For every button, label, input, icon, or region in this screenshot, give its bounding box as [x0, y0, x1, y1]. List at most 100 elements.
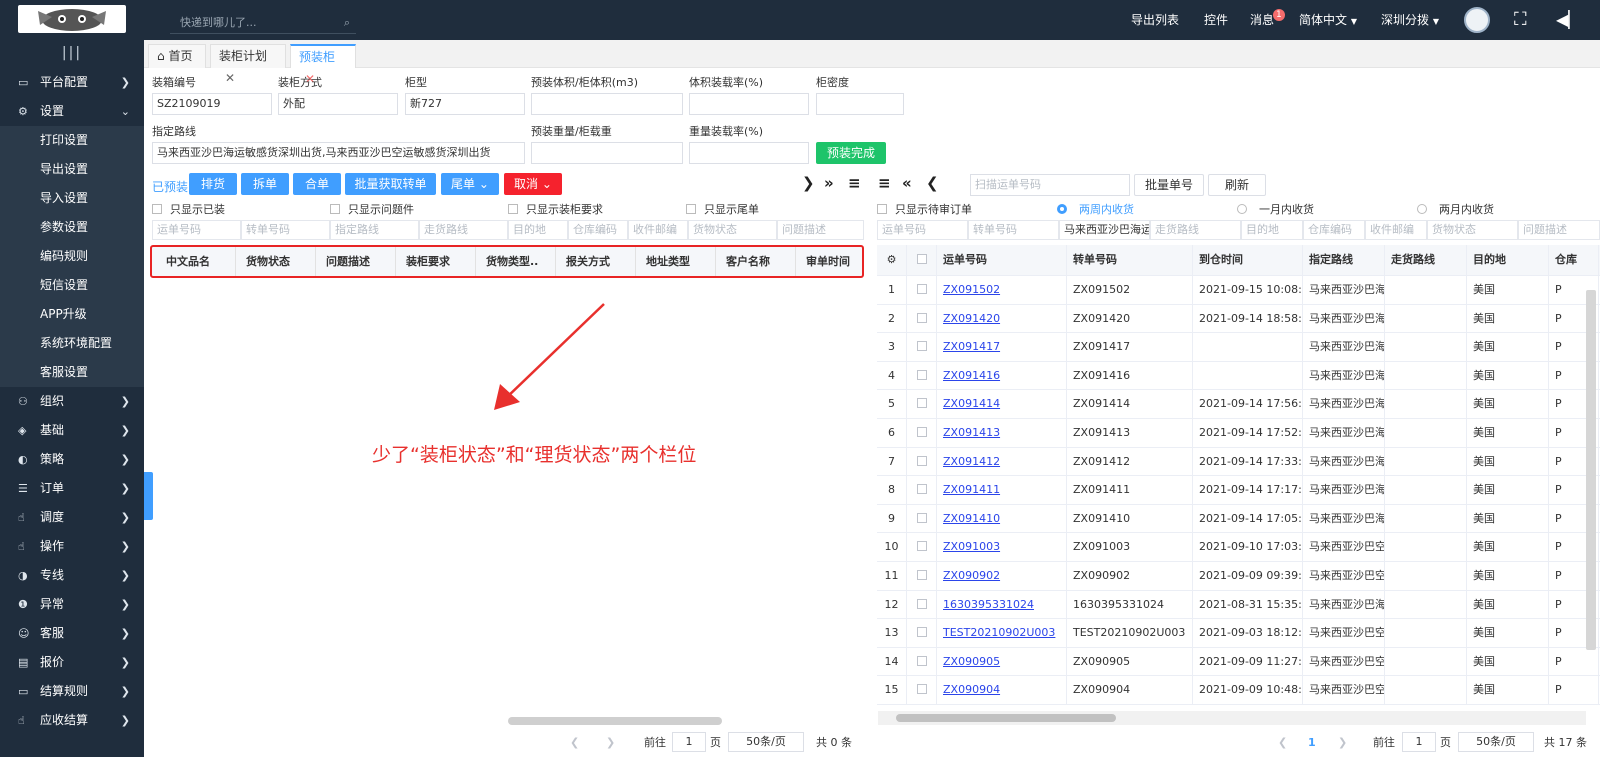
tab-preload[interactable]: 预装柜✕ — [290, 44, 356, 86]
current-page[interactable]: 1 — [1308, 732, 1316, 754]
col-route[interactable]: 指定路线 — [1303, 245, 1385, 275]
row-checkbox[interactable] — [907, 304, 937, 333]
move-all-right-icon[interactable]: » — [824, 174, 834, 192]
left-horizontal-scrollbar[interactable] — [508, 717, 722, 725]
sidebar-sub-env[interactable]: 系统环境配置 — [0, 329, 144, 358]
right-vertical-scrollbar[interactable] — [1586, 290, 1596, 650]
waybill-number[interactable]: ZX090905 — [943, 655, 1000, 668]
branch-dropdown[interactable]: 深圳分拨 ▼ — [1381, 0, 1439, 40]
density-field[interactable] — [816, 93, 904, 115]
table-row[interactable]: 6ZX091413ZX0914132021-09-14 17:52:38马来西亚… — [877, 418, 1600, 448]
only-tail-checkbox[interactable]: 只显示尾单 — [686, 201, 759, 217]
refresh-button[interactable]: 刷新 — [1208, 174, 1266, 196]
filter-input[interactable]: 运单号码 — [152, 220, 241, 240]
sidebar-item-order[interactable]: ☰ 订单 ❯ — [0, 474, 144, 503]
col-arrive-time[interactable]: 到仓时间 — [1193, 245, 1303, 275]
page-input[interactable]: 1 — [1402, 732, 1436, 752]
waybill-number[interactable]: ZX090904 — [943, 683, 1000, 696]
filter-input[interactable]: 运单号码 — [877, 220, 968, 240]
col-customs-method[interactable]: 报关方式 — [556, 247, 636, 276]
waybill-number[interactable]: ZX091411 — [943, 483, 1000, 496]
waybill-number[interactable]: ZX091417 — [943, 340, 1000, 353]
gear-icon[interactable]: ⚙ — [877, 245, 907, 275]
move-one-right-icon[interactable]: ❯ — [802, 174, 815, 192]
table-row[interactable]: 14ZX090905ZX0909052021-09-09 11:27:01马来西… — [877, 647, 1600, 677]
table-row[interactable]: 10ZX091003ZX0910032021-09-10 17:03:03马来西… — [877, 533, 1600, 562]
move-one-left-icon[interactable]: ❮ — [926, 174, 939, 192]
route-field[interactable]: 马来西亚沙巴海运敏感货深圳出货,马来西亚沙巴空运敏感货深圳出货 — [152, 142, 525, 164]
sidebar-item-quote[interactable]: ▤ 报价 ❯ — [0, 648, 144, 677]
sidebar-sub-encoding[interactable]: 编码规则 — [0, 242, 144, 271]
only-pending-checkbox[interactable]: 只显示待审订单 — [877, 201, 972, 217]
scroll-thumb[interactable] — [896, 714, 1116, 722]
filter-input[interactable]: 走货路线 — [1150, 220, 1241, 240]
filter-input[interactable]: 货物状态 — [688, 220, 777, 240]
weight-rate-field[interactable] — [689, 142, 809, 164]
sidebar-item-dispatch[interactable]: ☝ 调度 ❯ — [0, 503, 144, 532]
waybill-number[interactable]: ZX091003 — [943, 540, 1000, 553]
export-list-link[interactable]: 导出列表 — [1131, 0, 1179, 40]
sidebar-sub-print[interactable]: 打印设置 — [0, 126, 144, 155]
col-warehouse[interactable]: 仓库 — [1549, 245, 1599, 275]
table-row[interactable]: 7ZX091412ZX0914122021-09-14 17:33:41马来西亚… — [877, 447, 1600, 477]
batch-number-button[interactable]: 批量单号 — [1134, 174, 1204, 196]
cancel-button[interactable]: 取消 ⌄ — [504, 173, 562, 195]
row-checkbox[interactable] — [907, 533, 937, 561]
sidebar-sub-params[interactable]: 参数设置 — [0, 213, 144, 242]
hamburger-icon[interactable]: ||| — [0, 40, 144, 68]
row-checkbox[interactable] — [907, 619, 937, 647]
cabinet-type-field[interactable]: 新727 — [405, 93, 525, 115]
sidebar-sub-import[interactable]: 导入设置 — [0, 184, 144, 213]
two-weeks-radio[interactable]: 两周内收货 — [1057, 201, 1134, 217]
filter-input[interactable]: 走货路线 — [419, 220, 508, 240]
waybill-number[interactable]: ZX091412 — [943, 455, 1000, 468]
select-all-checkbox[interactable] — [907, 245, 937, 275]
sidebar-item-line[interactable]: ◑ 专线 ❯ — [0, 561, 144, 590]
sidebar-item-org[interactable]: ⚇ 组织 ❯ — [0, 387, 144, 416]
col-load-req[interactable]: 装柜要求 — [396, 247, 476, 276]
filter-input[interactable]: 目的地 — [508, 220, 568, 240]
one-month-radio[interactable]: 一月内收货 — [1237, 201, 1314, 217]
quick-search-input[interactable]: 快递到哪儿了... ⌕ — [170, 10, 356, 34]
volume-field[interactable] — [531, 93, 683, 115]
sidebar-item-settlement-rules[interactable]: ▭ 结算规则 ❯ — [0, 677, 144, 706]
load-method-field[interactable]: 外配 — [278, 93, 398, 115]
language-dropdown[interactable]: 简体中文 ▼ — [1299, 0, 1357, 40]
avatar[interactable] — [1464, 7, 1490, 33]
row-checkbox[interactable] — [907, 333, 937, 361]
only-load-req-checkbox[interactable]: 只显示装柜要求 — [508, 201, 603, 217]
col-destination[interactable]: 目的地 — [1467, 245, 1549, 275]
filter-input[interactable]: 问题描述 — [1518, 220, 1600, 240]
waybill-number[interactable]: ZX091413 — [943, 426, 1000, 439]
col-problem-desc[interactable]: 问题描述 — [316, 247, 396, 276]
filter-input[interactable]: 指定路线 — [330, 220, 419, 240]
col-waybill[interactable]: 运单号码 — [937, 245, 1067, 275]
next-page-icon[interactable]: ❯ — [606, 732, 615, 754]
filter-input[interactable]: 转单号码 — [968, 220, 1059, 240]
prev-page-icon[interactable]: ❮ — [1278, 732, 1287, 754]
sidebar-item-customer-service[interactable]: ☺ 客服 ❯ — [0, 619, 144, 648]
table-row[interactable]: 1ZX091502ZX0915022021-09-15 10:08:46马来西亚… — [877, 276, 1600, 305]
messages-link[interactable]: 消息 — [1250, 0, 1274, 40]
waybill-number[interactable]: ZX091410 — [943, 512, 1000, 525]
sidebar-item-platform[interactable]: ▭ 平台配置 ❯ — [0, 68, 144, 97]
table-row[interactable]: 8ZX091411ZX0914112021-09-14 17:17:43马来西亚… — [877, 476, 1600, 505]
filter-input[interactable]: 仓库编码 — [1303, 220, 1365, 240]
only-problem-checkbox[interactable]: 只显示问题件 — [330, 201, 414, 217]
col-goods-type[interactable]: 货物类型.. — [476, 247, 556, 276]
col-goods-status[interactable]: 货物状态 — [236, 247, 316, 276]
table-row[interactable]: 3ZX091417ZX091417马来西亚沙巴海运美国P — [877, 333, 1600, 362]
col-address-type[interactable]: 地址类型 — [636, 247, 716, 276]
col-ship-route[interactable]: 走货路线 — [1385, 245, 1467, 275]
sidebar-item-basic[interactable]: ◈ 基础 ❯ — [0, 416, 144, 445]
filter-input[interactable]: 马来西亚沙巴海运 — [1059, 220, 1150, 240]
side-drawer-handle[interactable] — [144, 472, 153, 520]
page-size-select[interactable]: 50条/页 — [1458, 732, 1534, 752]
next-page-icon[interactable]: ❯ — [1338, 732, 1347, 754]
scan-waybill-input[interactable]: 扫描运单号码 — [970, 174, 1130, 196]
list-left-icon[interactable]: ≡ — [878, 174, 891, 192]
row-checkbox[interactable] — [907, 647, 937, 676]
prev-page-icon[interactable]: ❮ — [570, 732, 579, 754]
sidebar-sub-export[interactable]: 导出设置 — [0, 155, 144, 184]
filter-input[interactable]: 仓库编码 — [568, 220, 628, 240]
